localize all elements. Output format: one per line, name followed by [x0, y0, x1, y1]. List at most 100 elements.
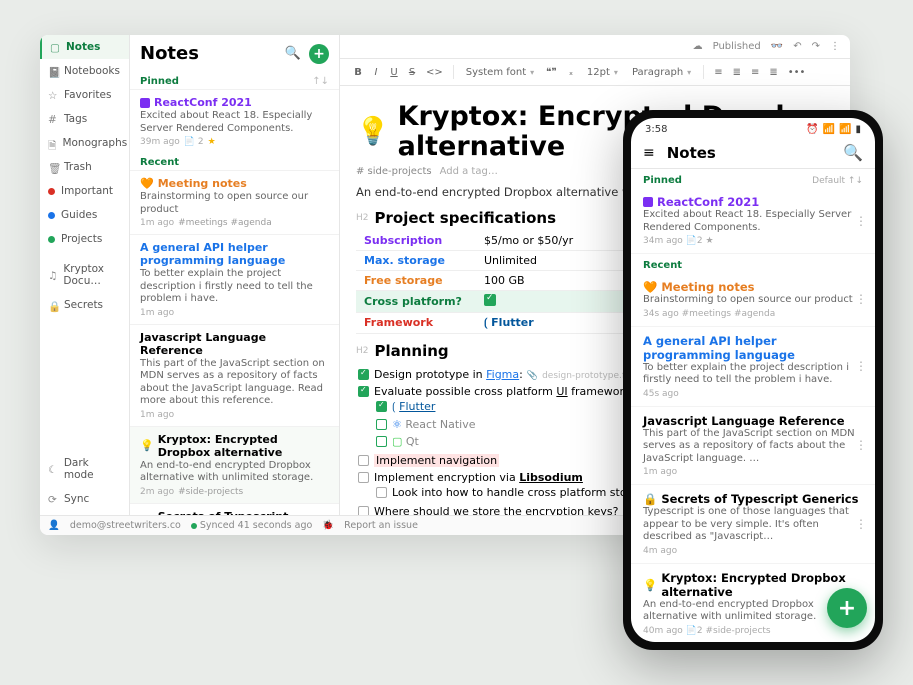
underline-button[interactable]: U	[386, 65, 402, 80]
search-icon[interactable]: 🔍	[843, 143, 863, 162]
chevron-down-icon: ▾	[530, 68, 534, 77]
sidebar-item-kryptox[interactable]: ♫Kryptox Docu…	[40, 257, 129, 293]
phone-statusbar: 3:58 ⏰📶📶▮	[631, 118, 875, 137]
more-icon[interactable]: ⋮	[855, 438, 867, 452]
checkbox-icon[interactable]	[376, 419, 387, 430]
task-text: Implement encryption via	[374, 471, 519, 484]
flutter-link[interactable]: Flutter	[399, 400, 435, 413]
note-title: Meeting notes	[158, 177, 247, 190]
sidebar-item-notes[interactable]: ▢Notes	[40, 35, 129, 59]
glasses-icon[interactable]: 👓	[771, 41, 783, 52]
more-icon[interactable]: ⋮	[855, 517, 867, 531]
sidebar-item-tags[interactable]: #Tags	[40, 107, 129, 131]
note-item[interactable]: A general API helper programming languag…	[130, 234, 339, 324]
star-icon: ☆	[48, 90, 58, 100]
published-status[interactable]: Published	[713, 41, 761, 52]
checkbox-icon[interactable]	[358, 369, 369, 380]
sidebar-item-secrets[interactable]: 🔒Secrets	[40, 293, 129, 317]
footer-report-link[interactable]: Report an issue	[344, 520, 418, 531]
size-label: 12pt	[587, 67, 610, 78]
phone-note-item[interactable]: Javascript Language Reference This part …	[631, 407, 875, 486]
code-button[interactable]: <>	[422, 65, 447, 80]
footer-email[interactable]: demo@streetwriters.co	[70, 520, 181, 531]
note-time: 39m ago	[140, 137, 180, 147]
sort-button[interactable]: ↑↓	[312, 76, 329, 87]
strike-button[interactable]: S	[404, 65, 420, 80]
sidebar-item-important[interactable]: Important	[40, 179, 129, 203]
fab-add-button[interactable]: +	[827, 588, 867, 628]
phone-mock: 3:58 ⏰📶📶▮ ≡ Notes 🔍 PinnedDefault ↑↓ Rea…	[623, 110, 883, 650]
note-meta: 34m ago 📄2 ★	[643, 236, 714, 246]
add-note-button[interactable]: +	[309, 44, 329, 64]
bold-button[interactable]: B	[350, 65, 366, 80]
font-select[interactable]: System font▾	[460, 65, 540, 80]
color-badge-icon	[140, 98, 150, 108]
note-desc: Excited about React 18. Especially Serve…	[140, 110, 329, 135]
trash-icon: 🗑	[48, 162, 58, 172]
checkbox-icon[interactable]	[358, 455, 369, 466]
checkbox-icon[interactable]	[376, 436, 387, 447]
alarm-icon: ⏰	[806, 124, 818, 135]
monograph-icon: 🗎	[48, 138, 56, 148]
user-icon: 👤	[48, 520, 60, 531]
note-title: Meeting notes	[661, 280, 754, 294]
note-item-selected[interactable]: 💡Kryptox: Encrypted Dropbox alternative …	[130, 426, 339, 503]
task-text: UI	[556, 385, 567, 398]
sidebar-label: Notebooks	[64, 65, 120, 77]
add-tag-input[interactable]: Add a tag…	[440, 166, 498, 177]
phone-note-item[interactable]: ReactConf 2021 Excited about React 18. E…	[631, 188, 875, 254]
sidebar-item-projects[interactable]: Projects	[40, 227, 129, 251]
figma-link[interactable]: Figma	[486, 368, 519, 381]
italic-button[interactable]: I	[368, 65, 384, 80]
align-justify-button[interactable]: ≣	[765, 65, 781, 80]
note-count: 📄 2	[184, 137, 204, 147]
plan-heading: Planning	[375, 342, 449, 360]
note-meta: 34s ago #meetings #agenda	[643, 309, 775, 319]
more-icon[interactable]: ⋮	[855, 214, 867, 228]
redo-icon[interactable]: ↷	[812, 41, 820, 52]
subscript-button[interactable]: ₓ	[563, 65, 579, 80]
phone-title: Notes	[667, 144, 831, 162]
align-left-button[interactable]: ≡	[710, 65, 726, 80]
size-select[interactable]: 12pt ▾	[581, 65, 624, 80]
checkbox-icon[interactable]	[376, 401, 387, 412]
checkbox-icon[interactable]	[358, 386, 369, 397]
more-icon[interactable]: ⋮	[855, 359, 867, 373]
note-title: A general API helper programming languag…	[643, 334, 863, 362]
quote-button[interactable]: ❝❞	[542, 65, 561, 80]
phone-note-item[interactable]: 🧡Meeting notes Brainstorming to open sou…	[631, 273, 875, 327]
note-item[interactable]: 🧡Meeting notes Brainstorming to open sou…	[130, 170, 339, 234]
sidebar-item-guides[interactable]: Guides	[40, 203, 129, 227]
paragraph-select[interactable]: Paragraph▾	[626, 65, 697, 80]
sidebar-label: Trash	[64, 161, 92, 173]
phone-note-item[interactable]: 🔒Secrets of Typescript Generics Typescri…	[631, 485, 875, 564]
checkbox-icon[interactable]	[376, 487, 387, 498]
chevron-down-icon: ▾	[687, 68, 691, 77]
note-item[interactable]: ReactConf 2021 Excited about React 18. E…	[130, 89, 339, 153]
hamburger-icon[interactable]: ≡	[643, 145, 655, 161]
more-icon[interactable]: ⋮	[830, 41, 840, 52]
editor-toolbar: B I U S <> System font▾ ❝❞ ₓ 12pt ▾ Parag…	[340, 59, 850, 86]
phone-sort-button[interactable]: Default ↑↓	[812, 176, 863, 186]
note-item[interactable]: Javascript Language Reference This part …	[130, 324, 339, 426]
tag-chip[interactable]: # side-projects	[356, 166, 432, 177]
more-icon[interactable]: ⋮	[855, 292, 867, 306]
bulb-icon: 💡	[643, 578, 657, 592]
note-meta: 40m ago 📄2 #side-projects	[643, 626, 771, 636]
search-icon[interactable]: 🔍	[285, 46, 301, 61]
dot-blue-icon	[48, 212, 55, 219]
sidebar-item-sync[interactable]: ⟳Sync	[40, 487, 129, 511]
align-right-button[interactable]: ≡	[747, 65, 763, 80]
undo-icon[interactable]: ↶	[793, 41, 801, 52]
align-center-button[interactable]: ≣	[729, 65, 745, 80]
sidebar-item-favorites[interactable]: ☆Favorites	[40, 83, 129, 107]
toolbar-more-button[interactable]: •••	[784, 65, 810, 80]
sidebar-item-darkmode[interactable]: ☾Dark mode	[40, 451, 129, 487]
chevron-down-icon: ▾	[614, 68, 618, 77]
sidebar-item-monographs[interactable]: 🗎Monographs	[40, 131, 129, 155]
sidebar-item-notebooks[interactable]: 📓Notebooks	[40, 59, 129, 83]
checkbox-icon[interactable]	[358, 472, 369, 483]
task-text: Qt	[406, 435, 419, 448]
phone-note-item[interactable]: A general API helper programming languag…	[631, 327, 875, 407]
sidebar-item-trash[interactable]: 🗑 Trash	[40, 155, 129, 179]
